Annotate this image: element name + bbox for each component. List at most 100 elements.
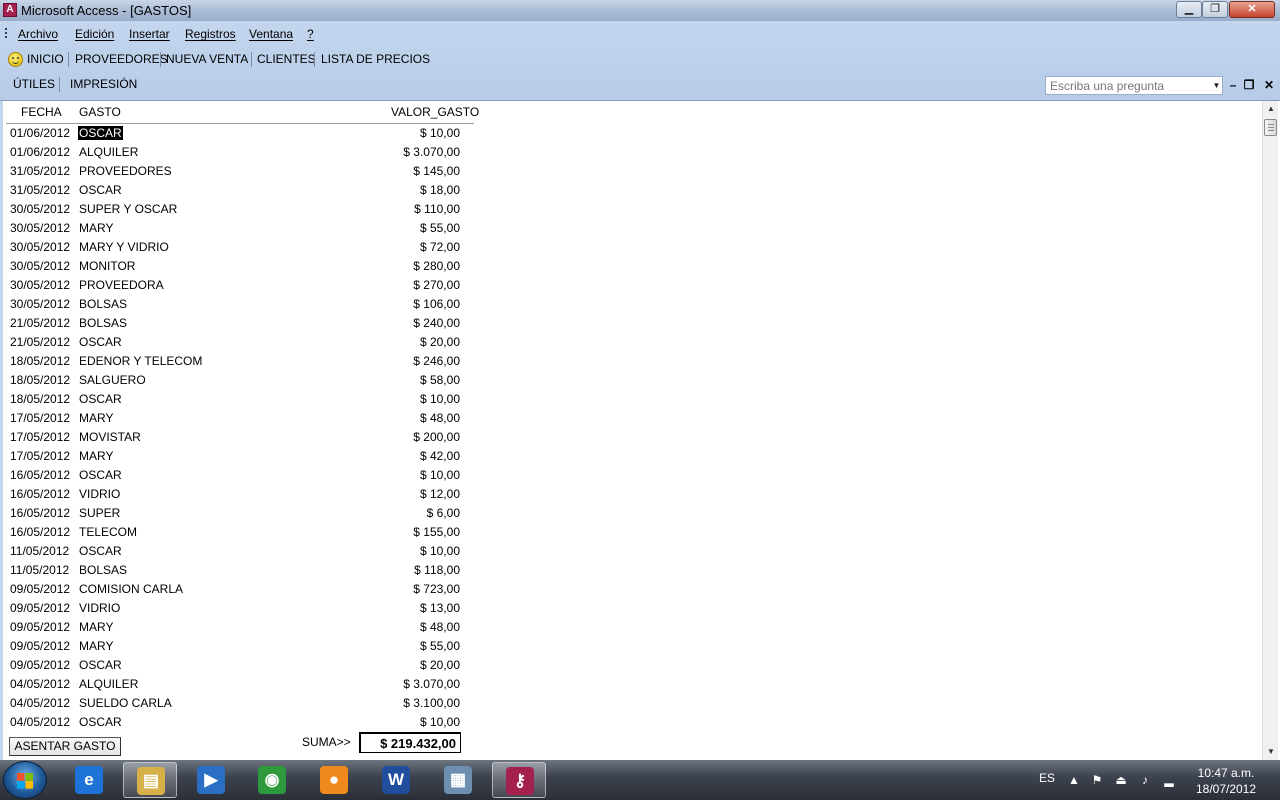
valor-cell[interactable]: $ 10,00	[340, 392, 460, 406]
mdi-restore-button[interactable]: ❐	[1242, 78, 1256, 92]
gasto-cell[interactable]: BOLSAS	[79, 563, 127, 577]
fecha-cell[interactable]: 16/05/2012	[10, 468, 70, 482]
gasto-cell[interactable]: COMISION CARLA	[79, 582, 183, 596]
table-row[interactable]: 30/05/2012 SUPER Y OSCAR $ 110,00	[0, 200, 480, 219]
valor-cell[interactable]: $ 72,00	[340, 240, 460, 254]
start-button[interactable]	[3, 761, 47, 799]
table-row[interactable]: 17/05/2012 MOVISTAR $ 200,00	[0, 428, 480, 447]
scroll-up-icon[interactable]: ▲	[1263, 101, 1279, 117]
fecha-cell[interactable]: 30/05/2012	[10, 221, 70, 235]
menu-registros[interactable]: Registros	[185, 27, 236, 41]
vertical-scrollbar[interactable]: ▲ ▼	[1262, 101, 1278, 760]
valor-cell[interactable]: $ 58,00	[340, 373, 460, 387]
toolbar-clientes-button[interactable]: CLIENTES	[257, 52, 316, 66]
fecha-cell[interactable]: 16/05/2012	[10, 506, 70, 520]
gasto-cell[interactable]: MOVISTAR	[79, 430, 141, 444]
taskbar-app-button[interactable]: e	[62, 762, 116, 798]
fecha-cell[interactable]: 18/05/2012	[10, 354, 70, 368]
table-row[interactable]: 16/05/2012 OSCAR $ 10,00	[0, 466, 480, 485]
gasto-cell[interactable]: OSCAR	[79, 335, 122, 349]
toolbar-proveedores-button[interactable]: PROVEEDORES	[75, 52, 168, 66]
gasto-cell[interactable]: MARY	[79, 449, 113, 463]
fecha-cell[interactable]: 01/06/2012	[10, 145, 70, 159]
taskbar-app-button[interactable]: ●	[307, 762, 361, 798]
show-hidden-icons-icon[interactable]: ▲	[1067, 773, 1081, 787]
gasto-cell[interactable]: SALGUERO	[79, 373, 146, 387]
gasto-cell[interactable]: MARY	[79, 639, 113, 653]
table-row[interactable]: 16/05/2012 VIDRIO $ 12,00	[0, 485, 480, 504]
taskbar-app-button[interactable]: W	[369, 762, 423, 798]
gasto-cell[interactable]: VIDRIO	[79, 601, 120, 615]
fecha-cell[interactable]: 30/05/2012	[10, 278, 70, 292]
table-row[interactable]: 09/05/2012 MARY $ 55,00	[0, 637, 480, 656]
valor-cell[interactable]: $ 240,00	[340, 316, 460, 330]
gasto-cell[interactable]: SUPER	[79, 506, 120, 520]
valor-cell[interactable]: $ 110,00	[340, 202, 460, 216]
table-row[interactable]: 16/05/2012 SUPER $ 6,00	[0, 504, 480, 523]
valor-cell[interactable]: $ 280,00	[340, 259, 460, 273]
network-signal-icon[interactable]: ▂	[1162, 773, 1176, 787]
fecha-cell[interactable]: 30/05/2012	[10, 259, 70, 273]
gasto-cell[interactable]: OSCAR	[79, 392, 122, 406]
gasto-cell[interactable]: ALQUILER	[79, 677, 138, 691]
menu-ventana[interactable]: Ventana	[249, 27, 293, 41]
gasto-cell[interactable]: OSCAR	[78, 126, 123, 140]
fecha-cell[interactable]: 31/05/2012	[10, 183, 70, 197]
fecha-cell[interactable]: 17/05/2012	[10, 411, 70, 425]
gasto-cell[interactable]: PROVEEDORA	[79, 278, 164, 292]
fecha-cell[interactable]: 21/05/2012	[10, 316, 70, 330]
table-row[interactable]: 31/05/2012 PROVEEDORES $ 145,00	[0, 162, 480, 181]
table-row[interactable]: 11/05/2012 BOLSAS $ 118,00	[0, 561, 480, 580]
fecha-cell[interactable]: 04/05/2012	[10, 715, 70, 729]
fecha-cell[interactable]: 17/05/2012	[10, 430, 70, 444]
table-row[interactable]: 30/05/2012 PROVEEDORA $ 270,00	[0, 276, 480, 295]
toolbar-inicio-button[interactable]: INICIO	[27, 52, 64, 66]
menu-edicion[interactable]: Edición	[75, 27, 114, 41]
gasto-cell[interactable]: MONITOR	[79, 259, 135, 273]
table-row[interactable]: 16/05/2012 TELECOM $ 155,00	[0, 523, 480, 542]
valor-cell[interactable]: $ 6,00	[340, 506, 460, 520]
table-row[interactable]: 17/05/2012 MARY $ 42,00	[0, 447, 480, 466]
menubar-grip-icon[interactable]	[5, 28, 7, 40]
volume-icon[interactable]: ♪	[1138, 773, 1152, 787]
gasto-cell[interactable]: SUELDO CARLA	[79, 696, 172, 710]
table-row[interactable]: 18/05/2012 EDENOR Y TELECOM $ 246,00	[0, 352, 480, 371]
fecha-cell[interactable]: 11/05/2012	[10, 563, 69, 577]
table-row[interactable]: 30/05/2012 MARY Y VIDRIO $ 72,00	[0, 238, 480, 257]
fecha-cell[interactable]: 09/05/2012	[10, 658, 70, 672]
mdi-minimize-button[interactable]: –	[1226, 78, 1240, 92]
fecha-cell[interactable]: 21/05/2012	[10, 335, 70, 349]
fecha-cell[interactable]: 01/06/2012	[10, 126, 70, 140]
taskbar-app-button[interactable]: ▶	[184, 762, 238, 798]
valor-cell[interactable]: $ 246,00	[340, 354, 460, 368]
valor-cell[interactable]: $ 155,00	[340, 525, 460, 539]
fecha-cell[interactable]: 04/05/2012	[10, 696, 70, 710]
table-row[interactable]: 04/05/2012 ALQUILER $ 3.070,00	[0, 675, 480, 694]
valor-cell[interactable]: $ 12,00	[340, 487, 460, 501]
table-row[interactable]: 18/05/2012 OSCAR $ 10,00	[0, 390, 480, 409]
valor-cell[interactable]: $ 48,00	[340, 620, 460, 634]
scrollbar-thumb[interactable]	[1264, 119, 1277, 136]
gasto-cell[interactable]: ALQUILER	[79, 145, 138, 159]
fecha-cell[interactable]: 30/05/2012	[10, 202, 70, 216]
table-row[interactable]: 09/05/2012 OSCAR $ 20,00	[0, 656, 480, 675]
toolbar-lista-precios-button[interactable]: LISTA DE PRECIOS	[321, 52, 430, 66]
table-row[interactable]: 17/05/2012 MARY $ 48,00	[0, 409, 480, 428]
valor-cell[interactable]: $ 145,00	[340, 164, 460, 178]
valor-cell[interactable]: $ 55,00	[340, 221, 460, 235]
valor-cell[interactable]: $ 3.100,00	[340, 696, 460, 710]
gasto-cell[interactable]: OSCAR	[79, 658, 122, 672]
gasto-cell[interactable]: BOLSAS	[79, 316, 127, 330]
table-row[interactable]: 30/05/2012 MARY $ 55,00	[0, 219, 480, 238]
table-row[interactable]: 30/05/2012 BOLSAS $ 106,00	[0, 295, 480, 314]
table-row[interactable]: 09/05/2012 MARY $ 48,00	[0, 618, 480, 637]
scroll-down-icon[interactable]: ▼	[1263, 744, 1279, 760]
table-row[interactable]: 04/05/2012 OSCAR $ 10,00	[0, 713, 480, 732]
mdi-close-button[interactable]: ✕	[1262, 78, 1276, 92]
fecha-cell[interactable]: 09/05/2012	[10, 620, 70, 634]
valor-cell[interactable]: $ 10,00	[340, 126, 460, 140]
language-indicator[interactable]: ES	[1039, 771, 1055, 785]
toolbar-impresion-button[interactable]: IMPRESIÓN	[70, 77, 137, 91]
fecha-cell[interactable]: 09/05/2012	[10, 601, 70, 615]
valor-cell[interactable]: $ 10,00	[340, 544, 460, 558]
